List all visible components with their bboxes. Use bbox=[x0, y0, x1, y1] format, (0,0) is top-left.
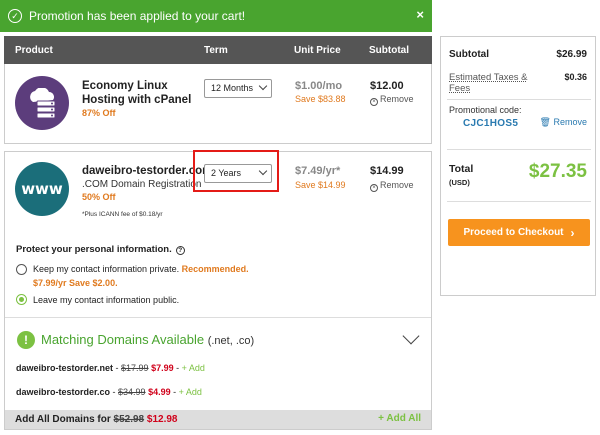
divider bbox=[447, 99, 591, 100]
icann-fee-note: *Plus ICANN fee of $0.18/yr bbox=[82, 211, 163, 218]
total-value: $27.35 bbox=[528, 161, 587, 182]
product-name: Economy Linux Hosting with cPanel bbox=[82, 80, 192, 106]
cloud-server-icon bbox=[15, 76, 69, 130]
term-select[interactable]: 12 Months bbox=[204, 79, 272, 98]
help-icon[interactable]: ? bbox=[175, 246, 185, 255]
remove-button[interactable]: × Remove bbox=[370, 180, 414, 192]
order-summary: Subtotal $26.99 Estimated Taxes & Fees $… bbox=[440, 36, 596, 296]
cart-table-header: Product Term Unit Price Subtotal bbox=[4, 36, 432, 64]
privacy-title: Protect your personal information.? bbox=[16, 244, 185, 255]
option-public-label: Leave my contact information public. bbox=[33, 295, 180, 305]
header-product: Product bbox=[15, 45, 53, 56]
radio-private[interactable] bbox=[16, 264, 27, 275]
add-domain-button[interactable]: + Add bbox=[182, 363, 205, 373]
banner-message: Promotion has been applied to your cart! bbox=[29, 9, 246, 23]
currency-label: (USD) bbox=[449, 178, 470, 187]
discount-label: 87% Off bbox=[82, 108, 116, 118]
add-all-bar: Add All Domains for $52.98 $12.98 + Add … bbox=[5, 410, 431, 429]
divider bbox=[447, 149, 591, 150]
cart-item-domain: www daweibro-testorder.com .COM Domain R… bbox=[4, 151, 432, 430]
total-label: Total bbox=[449, 163, 474, 175]
savings: Save $83.88 bbox=[295, 94, 346, 104]
taxes-value: $0.36 bbox=[564, 72, 587, 82]
add-domain-button[interactable]: + Add bbox=[179, 387, 202, 397]
remove-button[interactable]: × Remove bbox=[370, 94, 414, 106]
item-subtotal: $12.00 bbox=[370, 80, 404, 92]
unit-price: $7.49/yr* bbox=[295, 165, 341, 177]
option-private-label: Keep my contact information private. Rec… bbox=[33, 264, 249, 274]
subtotal-label: Subtotal bbox=[449, 49, 489, 60]
promo-remove-button[interactable]: 🗑 Remove bbox=[540, 117, 587, 128]
matching-domains-header[interactable]: ! Matching Domains Available (.net, .co) bbox=[5, 317, 431, 363]
radio-public[interactable] bbox=[16, 294, 27, 305]
chevron-down-icon bbox=[258, 81, 268, 91]
add-all-label: Add All Domains for $52.98 $12.98 bbox=[15, 414, 178, 425]
taxes-label[interactable]: Estimated Taxes & Fees bbox=[449, 72, 535, 94]
domain-description: .COM Domain Registration bbox=[82, 179, 202, 190]
private-price: $7.99/yr Save $2.00. bbox=[33, 278, 118, 288]
discount-label: 50% Off bbox=[82, 192, 116, 202]
divider bbox=[447, 201, 591, 202]
cart-item-hosting: Economy Linux Hosting with cPanel 87% Of… bbox=[4, 64, 432, 144]
alert-icon: ! bbox=[17, 331, 35, 349]
promo-code: CJC1HOS5 bbox=[463, 118, 519, 129]
domain-suggestion-row: daweibro-testorder.net - $17.99 $7.99 - … bbox=[16, 363, 205, 373]
www-globe-icon: www bbox=[15, 162, 69, 216]
promo-label: Promotional code: bbox=[449, 105, 522, 115]
highlight-box bbox=[193, 150, 279, 192]
matching-title: Matching Domains Available (.net, .co) bbox=[41, 332, 255, 347]
domain-suggestion-row: daweibro-testorder.co - $34.99 $4.99 - +… bbox=[16, 387, 202, 397]
add-all-button[interactable]: + Add All bbox=[378, 413, 421, 424]
promotion-banner: ✓ Promotion has been applied to your car… bbox=[0, 0, 432, 32]
unit-price: $1.00/mo bbox=[295, 80, 343, 92]
chevron-down-icon[interactable] bbox=[402, 327, 420, 345]
trash-icon: 🗑 bbox=[539, 117, 551, 127]
header-unit-price: Unit Price bbox=[294, 45, 341, 56]
chevron-right-icon: › bbox=[570, 225, 575, 240]
proceed-to-checkout-button[interactable]: Proceed to Checkout › bbox=[448, 219, 590, 246]
savings: Save $14.99 bbox=[295, 180, 346, 190]
item-subtotal: $14.99 bbox=[370, 165, 404, 177]
header-subtotal: Subtotal bbox=[369, 45, 409, 56]
close-icon: × bbox=[370, 184, 378, 192]
close-icon: × bbox=[370, 98, 378, 106]
close-icon[interactable]: × bbox=[416, 7, 424, 22]
subtotal-value: $26.99 bbox=[556, 49, 587, 60]
check-circle-icon: ✓ bbox=[8, 9, 22, 23]
header-term: Term bbox=[204, 45, 228, 56]
